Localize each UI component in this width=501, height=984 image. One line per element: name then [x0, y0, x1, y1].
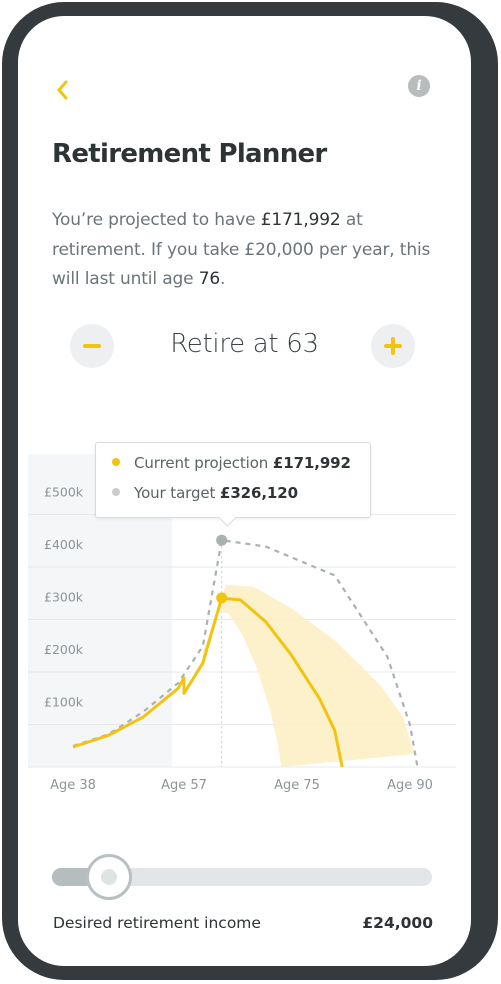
projection-range-band	[202, 584, 415, 767]
income-label: Desired retirement income	[53, 914, 261, 932]
y-tick-label: £500k	[44, 485, 84, 500]
app-screen: i Retirement Planner You’re projected to…	[18, 16, 471, 966]
y-tick-label: £400k	[44, 537, 84, 552]
y-tick-label: £200k	[44, 642, 84, 657]
x-tick-label: Age 90	[387, 778, 433, 793]
current-dot-icon	[112, 458, 120, 466]
y-tick-label: £100k	[44, 695, 84, 710]
tooltip-target-label: Your target	[134, 484, 216, 502]
tooltip-current-row: Current projection £171,992	[112, 454, 351, 472]
tooltip-target-value: £326,120	[219, 484, 298, 502]
target-dot-icon	[112, 488, 120, 496]
tooltip-current-label: Current projection	[134, 454, 269, 472]
x-tick-label: Age 57	[161, 778, 207, 793]
slider-thumb-center	[101, 869, 118, 885]
target-point	[216, 534, 228, 546]
current-projection-point	[216, 592, 228, 604]
y-tick-label: £300k	[44, 590, 84, 605]
chart-tooltip: Current projection £171,992 Your target …	[95, 442, 371, 527]
tooltip-target-row: Your target £326,120	[112, 484, 298, 502]
tooltip-current-value: £171,992	[272, 454, 351, 472]
x-tick-label: Age 38	[50, 778, 96, 793]
phone-frame: i Retirement Planner You’re projected to…	[2, 2, 498, 980]
income-value: £24,000	[362, 914, 433, 932]
income-slider-thumb[interactable]	[86, 854, 133, 900]
x-tick-label: Age 75	[274, 778, 320, 793]
